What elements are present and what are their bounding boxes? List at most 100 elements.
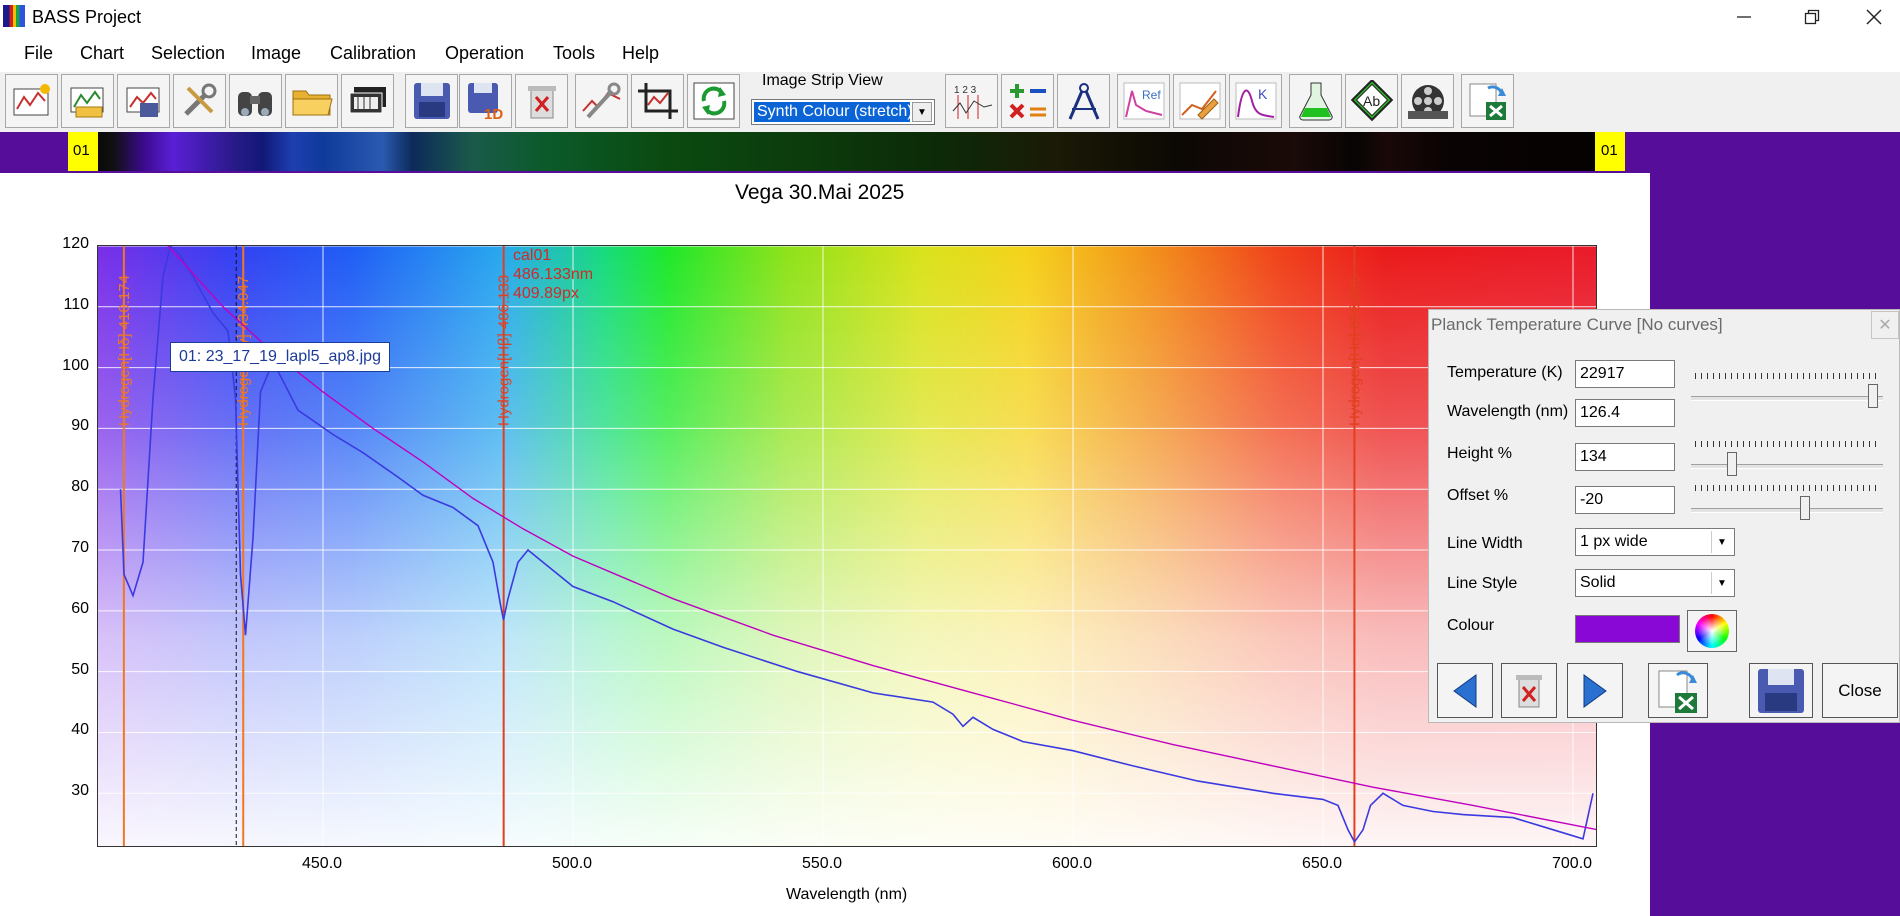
image-strip-view-select[interactable]: Synth Colour (stretch) ▼ [751, 99, 935, 125]
delete-curve-button[interactable] [1501, 663, 1557, 718]
binoculars-button[interactable] [229, 74, 282, 128]
close-button[interactable]: Close [1822, 663, 1898, 718]
compass-icon [1068, 83, 1099, 120]
y-tick-label: 110 [63, 295, 89, 313]
chevron-down-icon: ▼ [1711, 572, 1732, 594]
x-tick-label: 550.0 [802, 855, 843, 872]
calibrate-button[interactable] [575, 74, 628, 128]
measure-button[interactable] [1057, 74, 1110, 128]
element-line-label: Hydrogen[Hβ] 486.133 [496, 275, 513, 426]
line-style-select[interactable]: Solid ▼ [1575, 569, 1735, 597]
math-operations-button[interactable] [1001, 74, 1054, 128]
open-folder-button[interactable] [285, 74, 338, 128]
refresh-button[interactable] [687, 74, 740, 128]
menu-operation[interactable]: Operation [445, 43, 524, 64]
flask-button[interactable] [1289, 74, 1342, 128]
menu-calibration[interactable]: Calibration [330, 43, 416, 64]
y-tick-label: 120 [62, 235, 89, 252]
export-excel-icon [1469, 83, 1506, 120]
toolbar: 1D Image Strip View Synth Colour (stretc… [0, 72, 1900, 132]
wavelength-label: Wavelength (nm) [1447, 403, 1569, 420]
previous-button[interactable] [1437, 663, 1493, 718]
label-button[interactable]: Ab [1345, 74, 1398, 128]
minimize-button[interactable] [1716, 2, 1772, 32]
open-chart-icon [70, 87, 103, 118]
reference-spectrum-icon: Ref [1123, 82, 1164, 120]
offset-slider[interactable] [1691, 482, 1883, 522]
delete-button[interactable] [515, 74, 568, 128]
video-button[interactable] [1401, 74, 1454, 128]
arrow-left-icon [1453, 673, 1477, 708]
series-file-label[interactable]: 01: 23_17_19_lapl5_ap8.jpg [170, 342, 390, 372]
dialog-close-icon[interactable]: ✕ [1871, 311, 1899, 339]
tools-button[interactable] [173, 74, 226, 128]
menu-file[interactable]: File [24, 43, 53, 64]
label-tag-icon: Ab [1350, 80, 1393, 122]
save-curve-button[interactable] [1749, 663, 1813, 718]
save-1d-button[interactable]: 1D [459, 74, 512, 128]
line-markers-icon: 1 2 3 [952, 85, 992, 119]
arrow-right-icon [1583, 673, 1607, 708]
image-strip-button[interactable] [341, 74, 394, 128]
plot-area[interactable]: Hydrogen[Hδ] 410.174Hydrogen[Hγ] 434.047… [97, 245, 1597, 847]
colour-swatch[interactable] [1575, 615, 1680, 643]
spectrum-image-strip[interactable] [98, 132, 1595, 171]
next-button[interactable] [1567, 663, 1623, 718]
wavelength-input[interactable] [1575, 399, 1675, 427]
strip-right-tag: 01 [1601, 142, 1618, 159]
reference-button[interactable]: Ref [1117, 74, 1170, 128]
colour-picker-button[interactable] [1687, 610, 1737, 652]
temperature-input[interactable] [1575, 360, 1675, 388]
planck-button[interactable]: K [1229, 74, 1282, 128]
svg-text:Ab: Ab [1363, 93, 1380, 109]
menu-selection[interactable]: Selection [151, 43, 225, 64]
menu-tools[interactable]: Tools [553, 43, 595, 64]
refresh-icon [693, 82, 734, 120]
svg-text:1 2 3: 1 2 3 [954, 85, 977, 96]
calibration-name: cal01 [513, 247, 552, 264]
new-chart-button[interactable] [5, 74, 58, 128]
line-width-select[interactable]: 1 px wide ▼ [1575, 528, 1735, 556]
line-identify-button[interactable]: 1 2 3 [945, 74, 998, 128]
menu-chart[interactable]: Chart [80, 43, 124, 64]
line-style-label: Line Style [1447, 575, 1518, 592]
y-tick-label: 50 [71, 660, 89, 678]
floppy-disk-icon [1758, 668, 1804, 713]
open-chart-button[interactable] [61, 74, 114, 128]
menu-image[interactable]: Image [251, 43, 301, 64]
image-strip-view-label: Image Strip View [762, 72, 883, 89]
wrench-chart-icon [581, 82, 620, 119]
export-excel-button[interactable] [1461, 74, 1514, 128]
height-slider[interactable] [1691, 438, 1883, 478]
crop-button[interactable] [631, 74, 684, 128]
x-tick-label: 700.0 [1552, 855, 1593, 872]
temperature-label: Temperature (K) [1447, 364, 1563, 381]
edit-chart-button[interactable] [1173, 74, 1226, 128]
save-1d-icon: 1D [467, 83, 503, 121]
menu-help[interactable]: Help [622, 43, 659, 64]
calibration-nm: 486.133nm [513, 266, 594, 283]
strip-left-tag: 01 [73, 142, 90, 159]
folder-icon [292, 90, 333, 116]
chevron-down-icon[interactable]: ▼ [912, 102, 932, 122]
offset-label: Offset % [1447, 487, 1509, 504]
temperature-slider[interactable] [1691, 370, 1883, 410]
binoculars-icon [237, 92, 272, 116]
height-label: Height % [1447, 445, 1512, 462]
offset-input[interactable] [1575, 486, 1675, 514]
spectrum-series [119, 246, 1594, 844]
close-window-button[interactable] [1846, 2, 1900, 32]
height-input[interactable] [1575, 443, 1675, 471]
image-strip-view-value: Synth Colour (stretch) [754, 102, 910, 122]
restore-button[interactable] [1784, 2, 1840, 32]
y-tick-label: 100 [62, 356, 89, 374]
x-tick-label: 450.0 [302, 855, 343, 872]
export-excel-button[interactable] [1648, 663, 1708, 718]
x-tick-label: 600.0 [1052, 855, 1093, 872]
save-button[interactable] [405, 74, 458, 128]
save-chart-button[interactable] [117, 74, 170, 128]
window-title: BASS Project [32, 7, 142, 27]
new-chart-icon [13, 84, 50, 116]
menu-bar: File Chart Selection Image Calibration O… [0, 36, 1900, 70]
svg-text:Ref: Ref [1142, 88, 1161, 102]
